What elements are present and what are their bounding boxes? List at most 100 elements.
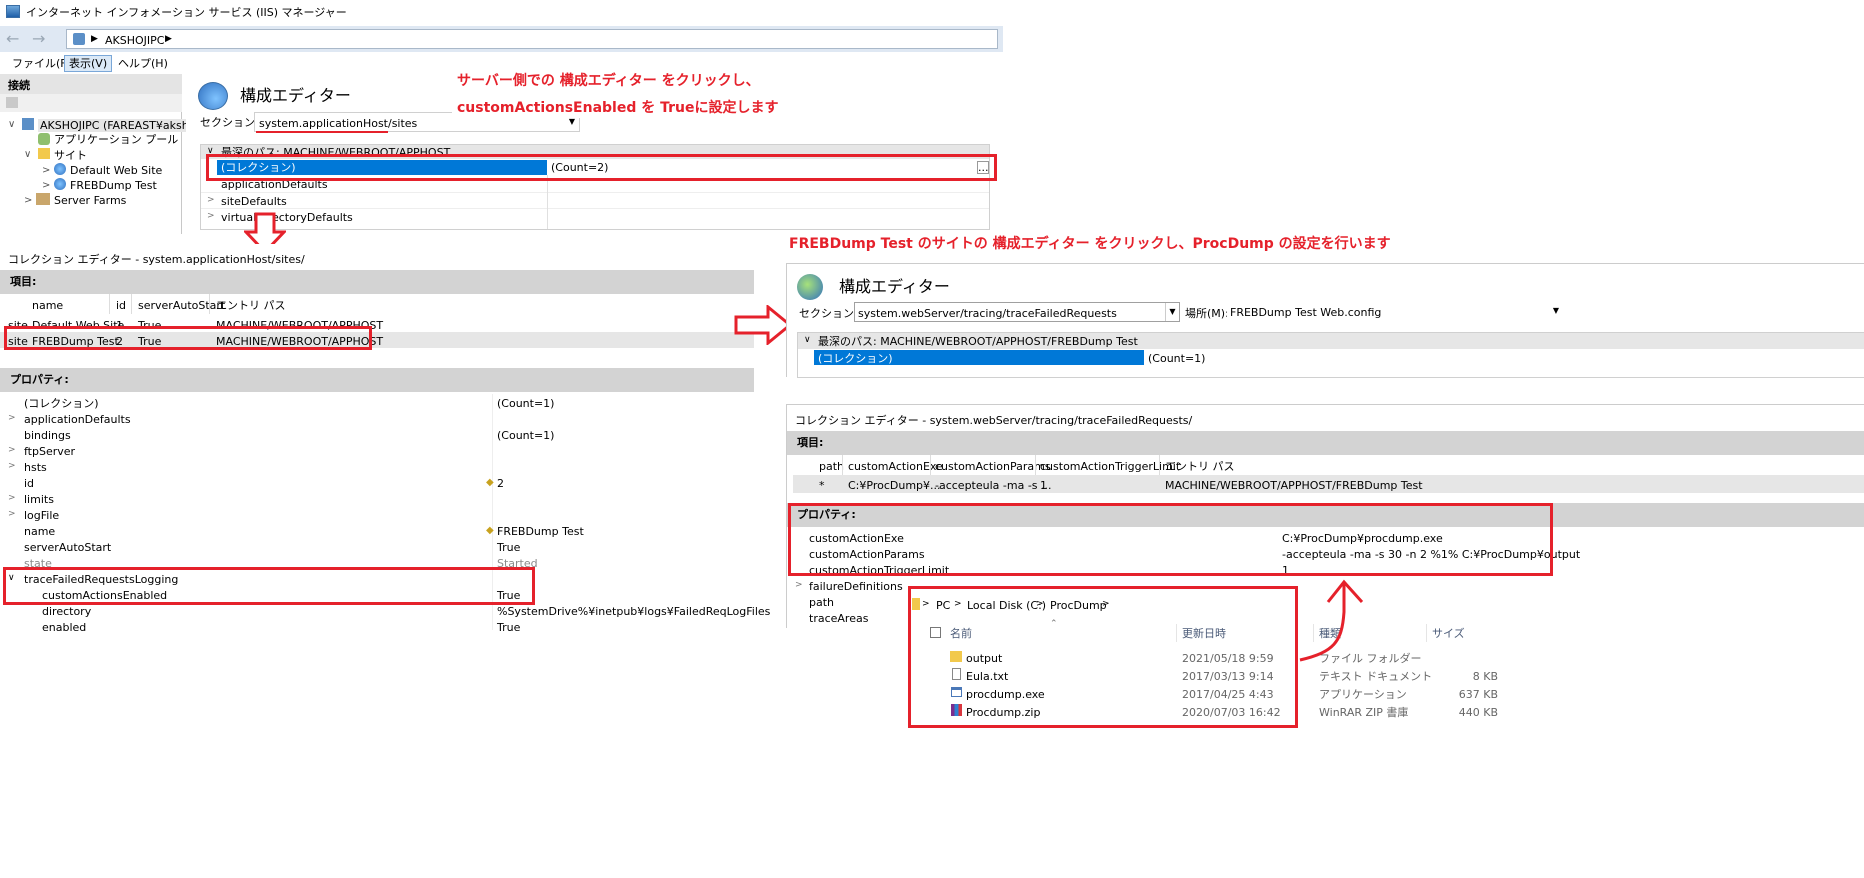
column-divider	[547, 175, 548, 229]
grid-row-collection[interactable]: (コレクション) (Count=1)	[798, 349, 1864, 365]
annotation-right: FREBDump Test のサイトの 構成エディター をクリックし、ProcD…	[789, 236, 1391, 252]
address-field[interactable]: ▶ AKSHOJIPC ▶	[66, 29, 998, 49]
col-header-auto[interactable]: serverAutoStart	[138, 300, 225, 311]
globe-icon	[797, 274, 823, 300]
collapse-chevron-icon[interactable]: >	[8, 494, 16, 503]
location-dropdown[interactable]: FREBDump Test Web.config ▼	[1227, 302, 1563, 322]
prop-name: limits	[24, 493, 54, 506]
items-header-label: 項目:	[10, 275, 37, 288]
config-editor-title: 構成エディター	[240, 86, 351, 105]
row-name: virtualDirectoryDefaults	[221, 211, 353, 224]
right-arrow-icon	[734, 305, 792, 345]
menu-help[interactable]: ヘルプ(H)	[118, 58, 168, 69]
collapse-chevron-icon[interactable]: >	[8, 414, 16, 423]
row-value: (Count=1)	[1148, 352, 1206, 365]
collapse-chevron-icon[interactable]: >	[8, 446, 16, 455]
grid-row[interactable]: > siteDefaults	[201, 192, 989, 208]
col-divider	[1035, 455, 1036, 475]
prop-row[interactable]: > hsts	[0, 458, 754, 474]
tree-item-frebdump[interactable]: FREBDump Test	[70, 180, 157, 191]
menu-file[interactable]: ファイル(F)	[12, 58, 71, 69]
expand-chevron-icon[interactable]: ∨	[24, 149, 31, 160]
config-editor-icon	[198, 82, 228, 110]
app-pool-icon	[38, 133, 50, 145]
col-header-path[interactable]: エントリ パス	[216, 300, 286, 311]
collapse-chevron-icon[interactable]: >	[8, 510, 16, 519]
iis-app-icon	[6, 5, 20, 18]
prop-value: True	[497, 541, 521, 554]
prop-row[interactable]: serverAutoStart True	[0, 538, 754, 554]
section-value: system.applicationHost/sites	[259, 117, 418, 130]
tree-item-sites[interactable]: サイト	[54, 150, 87, 161]
tree-item-server-farms[interactable]: Server Farms	[54, 195, 126, 206]
prop-row[interactable]: > limits	[0, 490, 754, 506]
address-bar: ← → ▶ AKSHOJIPC ▶	[0, 26, 1003, 52]
collapse-chevron-icon[interactable]: >	[207, 196, 215, 205]
section-dropdown[interactable]: system.webServer/tracing/traceFailedRequ…	[854, 302, 1180, 322]
prop-row[interactable]: > ftpServer	[0, 442, 754, 458]
dropdown-arrow-icon[interactable]: ▼	[1165, 303, 1179, 321]
collapse-chevron-icon[interactable]: >	[42, 180, 50, 191]
items-table: path customActionExe customActionParams …	[787, 455, 1864, 497]
menu-view[interactable]: 表示(V)	[64, 55, 113, 72]
section-value: system.webServer/tracing/traceFailedRequ…	[858, 307, 1117, 320]
sites-folder-icon	[38, 148, 50, 159]
globe-icon	[54, 178, 66, 190]
col-divider	[1159, 455, 1160, 475]
tree-item-app-pools[interactable]: アプリケーション プール	[54, 134, 178, 145]
prop-value: %SystemDrive%¥inetpub¥logs¥FailedReqLogF…	[497, 605, 771, 618]
collection-editor-title: コレクション エディター - system.webServer/tracing/…	[795, 414, 1193, 427]
col-header-params[interactable]: customActionParams	[935, 461, 1051, 472]
grid-row[interactable]: > virtualDirectoryDefaults	[201, 208, 989, 224]
prop-row[interactable]: bindings (Count=1)	[0, 426, 754, 442]
prop-value: True	[497, 621, 521, 634]
tree-item-default-site[interactable]: Default Web Site	[70, 165, 162, 176]
server-farms-icon	[36, 193, 50, 205]
highlight-custom-actions-enabled	[3, 567, 535, 605]
prop-value: (Count=1)	[497, 429, 555, 442]
globe-icon	[54, 163, 66, 175]
forward-button[interactable]: →	[32, 30, 52, 48]
collapse-chevron-icon[interactable]: >	[207, 212, 215, 221]
tree-item-server[interactable]: AKSHOJIPC (FAREAST¥akshoji)	[38, 119, 208, 132]
prop-row[interactable]: (コレクション) (Count=1)	[0, 394, 754, 410]
title-bar: インターネット インフォメーション サービス (IIS) マネージャー	[0, 0, 1003, 24]
prop-name: failureDefinitions	[809, 580, 903, 593]
row-entry: MACHINE/WEBROOT/APPHOST/FREBDump Test	[1165, 479, 1423, 492]
prop-name: traceAreas	[809, 612, 869, 625]
file-type: テキスト ドキュメント	[1319, 670, 1433, 683]
annotation-top-line2: customActionsEnabled を Trueに設定します	[457, 100, 779, 116]
prop-name: name	[24, 525, 56, 538]
collapse-chevron-icon[interactable]: >	[42, 165, 50, 176]
col-header-name[interactable]: name	[32, 300, 63, 311]
col-header-entry[interactable]: エントリ パス	[1165, 461, 1235, 472]
back-button[interactable]: ←	[6, 30, 26, 48]
dropdown-arrow-icon: ▼	[568, 117, 575, 126]
address-text: AKSHOJIPC	[105, 34, 165, 47]
col-header-id[interactable]: id	[116, 300, 126, 311]
collapse-chevron-icon[interactable]: >	[795, 581, 803, 590]
collapse-chevron-icon[interactable]: >	[8, 462, 16, 471]
prop-row[interactable]: name ◆ FREBDump Test	[0, 522, 754, 538]
expand-chevron-icon[interactable]: ∨	[8, 119, 15, 130]
new-connection-icon[interactable]	[6, 97, 18, 108]
table-row-selected[interactable]: * C:¥ProcDump¥... -accepteula -ma -s ...…	[793, 475, 1864, 493]
col-header-path[interactable]: path	[819, 461, 844, 472]
prop-name: directory	[42, 605, 92, 618]
deepest-path: 最深のパス: MACHINE/WEBROOT/APPHOST/FREBDump …	[818, 335, 1138, 348]
col-header-exe[interactable]: customActionExe	[848, 461, 943, 472]
prop-row[interactable]: > applicationDefaults	[0, 410, 754, 426]
prop-row[interactable]: enabled True	[0, 618, 754, 634]
col-divider	[109, 294, 110, 314]
collection-editor-title: コレクション エディター - system.applicationHost/si…	[8, 253, 305, 266]
expand-chevron-icon[interactable]: ∨	[804, 336, 811, 345]
row-name: (コレクション)	[818, 352, 893, 365]
props-header-label: プロパティ:	[10, 373, 69, 386]
col-size[interactable]: サイズ	[1432, 628, 1465, 639]
prop-row[interactable]: id ◆ 2	[0, 474, 754, 490]
prop-row[interactable]: > logFile	[0, 506, 754, 522]
prop-name: (コレクション)	[24, 397, 99, 410]
window-title: インターネット インフォメーション サービス (IIS) マネージャー	[26, 6, 347, 19]
collapse-chevron-icon[interactable]: >	[24, 195, 32, 206]
connections-pane: 接続 ∨ AKSHOJIPC (FAREAST¥akshoji) アプリケーショ…	[0, 74, 208, 234]
